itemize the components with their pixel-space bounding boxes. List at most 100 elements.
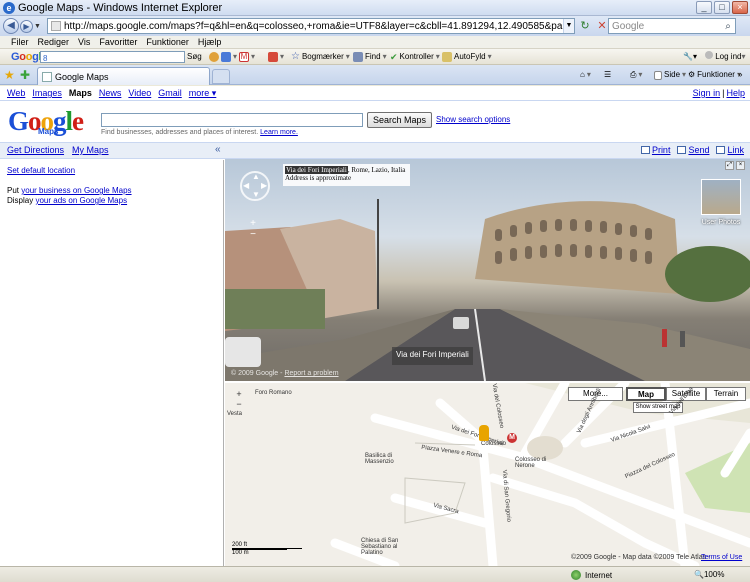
help-link[interactable]: Help [726, 88, 745, 98]
my-maps-link[interactable]: My Maps [72, 145, 109, 155]
menu-favorites[interactable]: Favoritter [99, 37, 137, 47]
history-dropdown-icon[interactable]: ▼ [34, 23, 42, 30]
print-link-wrap[interactable]: Print [640, 145, 671, 155]
pan-right-icon[interactable]: ▶ [261, 181, 267, 190]
menu-help[interactable]: Hjælp [198, 37, 222, 47]
security-zone[interactable]: Internet [571, 570, 612, 580]
maximize-button[interactable]: □ [714, 1, 730, 14]
collapse-panel-icon[interactable]: « [215, 144, 221, 155]
business-link[interactable]: your business on Google Maps [21, 186, 131, 195]
back-button[interactable]: ◀ [3, 18, 19, 34]
page-menu[interactable]: Side ▾ [654, 69, 686, 81]
find-icon [353, 52, 363, 62]
street-view-scene [225, 199, 750, 381]
colosseum [475, 201, 680, 294]
web-search-box[interactable]: Google ⌕ [608, 18, 736, 34]
report-problem-link[interactable]: Report a problem [284, 370, 338, 377]
nav-news[interactable]: News [99, 88, 122, 99]
sv-zoom-out-icon[interactable]: − [248, 230, 258, 241]
refresh-icon[interactable]: ↻ [578, 19, 592, 33]
show-search-options-link[interactable]: Show search options [436, 115, 510, 124]
map-panel[interactable]: More... Map Satellite Terrain Show stree… [225, 383, 750, 566]
autofill-label: AutoFyld [454, 52, 486, 61]
nav-gmail[interactable]: Gmail [158, 88, 182, 99]
toolbar-overflow-icon[interactable]: » [738, 69, 742, 81]
wrench-icon[interactable]: 🔧▾ [683, 51, 697, 63]
menu-tools[interactable]: Funktioner [146, 37, 189, 47]
toolbar-translate[interactable]: ▾ [268, 51, 284, 63]
nav-web[interactable]: Web [7, 88, 25, 99]
pan-up-icon[interactable]: ▲ [252, 172, 260, 181]
blocker-icon[interactable] [221, 52, 231, 62]
maps-search-input[interactable] [101, 113, 363, 127]
nav-video[interactable]: Video [128, 88, 151, 99]
sv-close-icon[interactable]: × [736, 161, 745, 170]
link-link[interactable]: Link [727, 145, 744, 155]
street-view-pan-control[interactable]: ▲ ▼ ◀ ▶ [240, 171, 270, 201]
address-url[interactable]: http://maps.google.com/maps?f=q&hl=en&q=… [64, 21, 563, 32]
set-default-location-link[interactable]: Set default location [7, 166, 75, 175]
sign-in-link[interactable]: Sign in [693, 88, 721, 98]
pan-left-icon[interactable]: ◀ [243, 181, 249, 190]
zoom-level[interactable]: 🔍100% [694, 570, 724, 579]
sv-expand-icon[interactable]: ⤢ [725, 161, 734, 170]
autofill-button[interactable]: AutoFyld ▾ [442, 51, 492, 63]
menu-file[interactable]: Filer [11, 37, 29, 47]
google-toolbar-search-value[interactable]: 8 [41, 54, 47, 63]
send-link-wrap[interactable]: Send [677, 145, 709, 155]
check-button[interactable]: ✔ Kontroller ▾ [390, 51, 440, 63]
get-directions-link[interactable]: Get Directions [7, 145, 64, 155]
map-zoom-in-icon[interactable]: + [233, 389, 245, 399]
pegman-icon[interactable] [479, 425, 489, 441]
toolbar-search-button[interactable]: Søg [187, 51, 202, 63]
map-zoom-out-icon[interactable]: − [233, 399, 245, 409]
street-view-panel[interactable]: Via dei Fori Imperiali, Rome, Lazio, Ita… [225, 159, 750, 381]
minimize-button[interactable]: _ [696, 1, 712, 14]
menu-edit[interactable]: Rediger [38, 37, 70, 47]
label-foro-romano: Foro Romano [255, 390, 292, 396]
map-type-terrain[interactable]: Terrain [706, 387, 746, 401]
google-toolbar-search[interactable]: 8 [40, 51, 185, 63]
gmail-icon[interactable]: M [239, 52, 250, 62]
feeds-button[interactable]: ☰ [604, 69, 611, 81]
bookmarks-button[interactable]: ☆ Bogmærker ▾ [291, 51, 350, 63]
label-vesta: Vesta [227, 411, 243, 417]
sign-in-button[interactable]: Log ind▾ [705, 51, 746, 63]
favorites-star-icon[interactable]: ★ [4, 68, 15, 82]
pan-down-icon[interactable]: ▼ [252, 190, 260, 199]
forward-button[interactable]: ▶ [20, 19, 33, 33]
send-link[interactable]: Send [688, 145, 709, 155]
link-link-wrap[interactable]: Link [716, 145, 744, 155]
address-dropdown-icon[interactable]: ▼ [563, 19, 574, 33]
tools-menu[interactable]: ⚙ Funktioner ▾ [688, 69, 741, 81]
nav-more[interactable]: more ▾ [189, 88, 217, 99]
terms-of-use-link[interactable]: Terms of Use [701, 554, 742, 561]
home-button[interactable]: ⌂ ▾ [580, 69, 591, 81]
search-maps-button[interactable]: Search Maps [367, 112, 432, 128]
print-button[interactable]: ⎙ ▾ [630, 69, 642, 81]
pedestrian [662, 329, 667, 347]
address-bar[interactable]: http://maps.google.com/maps?f=q&hl=en&q=… [47, 18, 575, 34]
tab-google-maps[interactable]: Google Maps [37, 67, 210, 85]
find-button[interactable]: Find ▾ [353, 51, 387, 63]
stop-icon[interactable]: ✕ [595, 19, 609, 33]
search-icon[interactable]: ⌕ [721, 21, 735, 32]
toolbar-tools[interactable]: ▾ M ▾ [209, 51, 255, 63]
user-photo-thumbnail[interactable] [701, 179, 741, 215]
map-type-map[interactable]: Map [626, 387, 666, 401]
ads-link[interactable]: your ads on Google Maps [35, 196, 127, 205]
page-content: Web Images Maps News Video Gmail more ▾ … [0, 86, 750, 566]
scale-ft: 200 ft [232, 542, 302, 549]
maps-toolbar: Get Directions My Maps « Print Send Link [0, 142, 750, 159]
user-photos-label[interactable]: User Photos [695, 219, 747, 226]
label-colosseo-nerone: Colosseo di Nerone [515, 457, 547, 469]
menu-view[interactable]: Vis [78, 37, 90, 47]
print-link[interactable]: Print [652, 145, 671, 155]
browser-window: e Google Maps - Windows Internet Explore… [0, 0, 750, 582]
nav-images[interactable]: Images [32, 88, 62, 99]
new-tab-button[interactable] [212, 69, 230, 84]
scale-m: 100 m [232, 549, 287, 556]
learn-more-link[interactable]: Learn more. [260, 129, 298, 136]
add-favorite-icon[interactable]: ✚ [20, 68, 30, 82]
close-button[interactable]: × [732, 1, 748, 14]
